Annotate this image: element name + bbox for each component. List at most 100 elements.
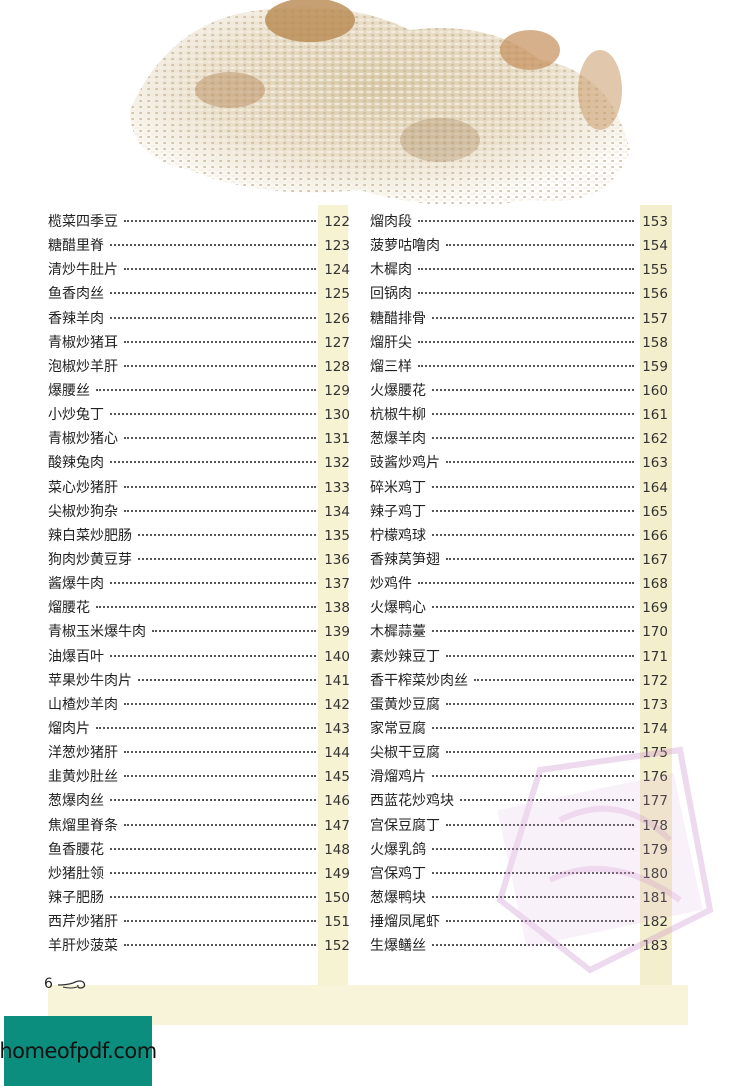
toc-leader-dots: [110, 895, 316, 898]
toc-leader-dots: [124, 509, 316, 512]
toc-entry-page: 147: [324, 817, 350, 834]
toc-leader-dots: [432, 437, 634, 440]
toc-entry-title: 韭黄炒肚丝: [48, 769, 118, 786]
toc-leader-dots: [96, 726, 316, 729]
toc-entry-page: 142: [324, 696, 350, 713]
toc-leader-dots: [110, 799, 316, 802]
toc-entry-title: 木樨肉: [370, 262, 412, 279]
toc-entry-title: 西芹炒猪肝: [48, 914, 118, 931]
toc-entry: 回锅肉 156: [370, 282, 668, 306]
toc-entry-page: 134: [324, 503, 350, 520]
toc-entry: 辣白菜炒肥肠 135: [48, 524, 350, 548]
toc-entry: 豉酱炒鸡片 163: [370, 451, 668, 475]
toc-entry-page: 123: [324, 238, 350, 255]
toc-entry-page: 139: [324, 624, 350, 641]
toc-entry-title: 宫保鸡丁: [370, 865, 426, 882]
toc-leader-dots: [432, 630, 634, 633]
toc-leader-dots: [138, 557, 316, 560]
toc-entry-title: 香辣莴笋翅: [370, 551, 440, 568]
toc-leader-dots: [418, 268, 634, 271]
toc-entry-page: 122: [324, 214, 350, 230]
toc-leader-dots: [110, 413, 316, 416]
toc-entry-title: 家常豆腐: [370, 720, 426, 737]
toc-leader-dots: [446, 654, 634, 657]
toc-entry: 香辣羊肉 126: [48, 307, 350, 331]
toc-entry-title: 油爆百叶: [48, 648, 104, 665]
toc-entry: 油爆百叶 140: [48, 645, 350, 669]
toc-entry-page: 144: [324, 745, 350, 762]
toc-entry-page: 159: [642, 358, 668, 375]
toc-entry-title: 回锅肉: [370, 286, 412, 303]
page-number: 6: [44, 976, 89, 992]
toc-leader-dots: [432, 388, 634, 391]
toc-entry-title: 素炒辣豆丁: [370, 648, 440, 665]
toc-leader-dots: [124, 702, 316, 705]
toc-leader-dots: [124, 775, 316, 778]
toc-entry-page: 164: [642, 479, 668, 496]
toc-entry-title: 炒鸡件: [370, 576, 412, 593]
toc-entry-page: 148: [324, 841, 350, 858]
toc-entry: 鱼香腰花 148: [48, 838, 350, 862]
toc-entry-page: 163: [642, 455, 668, 472]
toc-entry-page: 128: [324, 358, 350, 375]
toc-entry-page: 150: [324, 889, 350, 906]
toc-leader-dots: [110, 316, 316, 319]
toc-entry-page: 171: [642, 648, 668, 665]
toc-leader-dots: [110, 292, 316, 295]
toc-entry-title: 青椒炒猪耳: [48, 334, 118, 351]
toc-entry-title: 熘肝尖: [370, 334, 412, 351]
toc-entry-page: 145: [324, 769, 350, 786]
toc-entry-page: 156: [642, 286, 668, 303]
toc-entry-title: 青椒玉米爆牛肉: [48, 624, 146, 641]
toc-leader-dots: [124, 340, 316, 343]
toc-entry-page: 157: [642, 310, 668, 327]
toc-leader-dots: [124, 751, 316, 754]
toc-entry-title: 榄菜四季豆: [48, 214, 118, 230]
toc-entry-title: 尖椒干豆腐: [370, 745, 440, 762]
toc-entry: 蛋黄炒豆腐 173: [370, 693, 668, 717]
toc-entry: 鱼香肉丝 125: [48, 282, 350, 306]
toc-entry-title: 火爆腰花: [370, 382, 426, 399]
toc-entry: 香干榨菜炒肉丝 172: [370, 669, 668, 693]
toc-leader-dots: [432, 485, 634, 488]
toc-entry-title: 西蓝花炒鸡块: [370, 793, 454, 810]
toc-entry: 泡椒炒羊肝 128: [48, 355, 350, 379]
toc-entry-page: 168: [642, 576, 668, 593]
toc-leader-dots: [124, 823, 316, 826]
toc-entry: 木樨肉 155: [370, 258, 668, 282]
toc-entry-page: 138: [324, 600, 350, 617]
toc-leader-dots: [138, 533, 316, 536]
toc-entry-page: 169: [642, 600, 668, 617]
toc-entry-title: 香干榨菜炒肉丝: [370, 672, 468, 689]
toc-entry-title: 香辣羊肉: [48, 310, 104, 327]
toc-entry-page: 131: [324, 431, 350, 448]
toc-leader-dots: [446, 702, 634, 705]
toc-entry-page: 141: [324, 672, 350, 689]
toc-leader-dots: [432, 413, 634, 416]
toc-leader-dots: [96, 388, 316, 391]
toc-entry-title: 杭椒牛柳: [370, 407, 426, 424]
toc-entry-page: 173: [642, 696, 668, 713]
toc-entry-title: 泡椒炒羊肝: [48, 358, 118, 375]
toc-entry-page: 172: [642, 672, 668, 689]
toc-entry: 炒鸡件 168: [370, 572, 668, 596]
toc-entry: 杭椒牛柳 161: [370, 403, 668, 427]
toc-leader-dots: [418, 582, 634, 585]
toc-entry: 苹果炒牛肉片 141: [48, 669, 350, 693]
toc-entry-title: 熘肉段: [370, 214, 412, 230]
toc-leader-dots: [138, 678, 316, 681]
site-logo[interactable]: homeofpdf.com: [0, 1016, 157, 1086]
toc-entry-title: 苹果炒牛肉片: [48, 672, 132, 689]
food-photo-graphic: [110, 0, 670, 220]
toc-entry: 清炒牛肚片 124: [48, 258, 350, 282]
toc-entry: 焦熘里脊条 147: [48, 814, 350, 838]
toc-entry-title: 鱼香肉丝: [48, 286, 104, 303]
toc-entry-page: 132: [324, 455, 350, 472]
watermark-stamp: [496, 746, 714, 974]
toc-entry-title: 菜心炒猪肝: [48, 479, 118, 496]
toc-leader-dots: [418, 292, 634, 295]
toc-entry-title: 火爆乳鸽: [370, 841, 426, 858]
toc-leader-dots: [432, 606, 634, 609]
toc-entry-title: 小炒兔丁: [48, 407, 104, 424]
toc-entry: 尖椒炒狗杂 134: [48, 500, 350, 524]
